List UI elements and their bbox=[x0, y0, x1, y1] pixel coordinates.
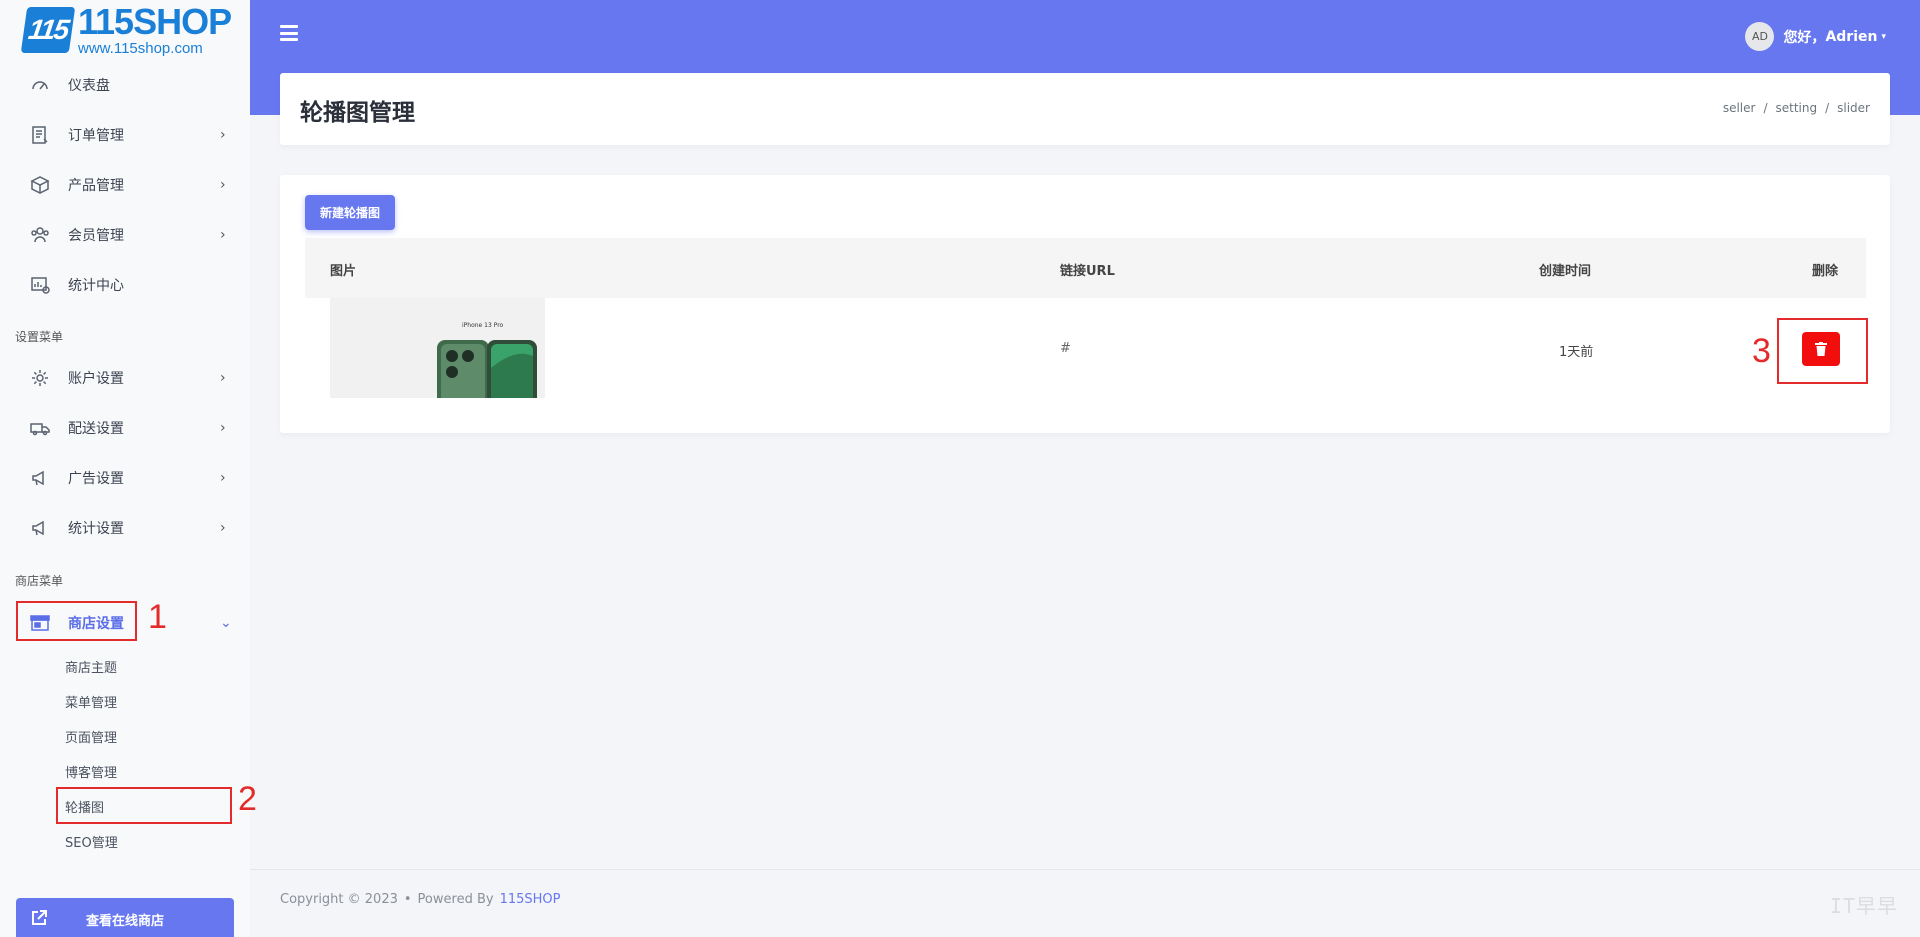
chevron-right-icon: › bbox=[220, 370, 226, 386]
footer-divider bbox=[250, 869, 1920, 870]
sidebar-item-orders[interactable]: 订单管理 › bbox=[0, 116, 250, 154]
sidebar-subitem-page-management[interactable]: 页面管理 bbox=[65, 727, 117, 746]
sidebar-subitem-seo[interactable]: SEO管理 bbox=[65, 832, 118, 851]
annotation-box-2 bbox=[56, 787, 232, 824]
view-online-shop-label: 查看在线商店 bbox=[85, 913, 164, 929]
page-title: 轮播图管理 bbox=[300, 100, 415, 126]
sidebar-item-label: 产品管理 bbox=[68, 178, 124, 194]
annotation-box-1 bbox=[16, 601, 137, 641]
sidebar-item-shipping-settings[interactable]: 配送设置 › bbox=[0, 409, 250, 447]
view-online-shop-button[interactable]: 查看在线商店 bbox=[16, 898, 234, 937]
footer-dot: • bbox=[403, 892, 412, 907]
chevron-down-icon: ⌄ bbox=[220, 615, 232, 631]
footer-powered-by: Powered By bbox=[417, 892, 494, 907]
breadcrumb-separator: / bbox=[1763, 101, 1768, 115]
chevron-right-icon: › bbox=[220, 177, 226, 193]
sidebar-item-stats[interactable]: 统计中心 bbox=[0, 266, 250, 304]
sidebar-item-ad-settings[interactable]: 广告设置 › bbox=[0, 459, 250, 497]
sidebar-item-label: 会员管理 bbox=[68, 228, 124, 244]
logo-mark: 115 bbox=[20, 7, 76, 53]
column-url: 链接URL bbox=[1060, 264, 1115, 279]
sidebar-item-label: 配送设置 bbox=[68, 421, 124, 437]
external-link-icon bbox=[30, 909, 48, 931]
greeting-text: 您好， bbox=[1783, 29, 1826, 46]
chevron-right-icon: › bbox=[220, 470, 226, 486]
annotation-box-3 bbox=[1777, 318, 1868, 384]
sidebar-item-label: 账户设置 bbox=[68, 371, 124, 387]
thumbnail-caption: iPhone 13 Pro bbox=[462, 322, 504, 329]
caret-down-icon: ▾ bbox=[1881, 31, 1886, 42]
sidebar-item-label: 仪表盘 bbox=[68, 78, 110, 94]
truck-icon bbox=[29, 417, 51, 439]
sidebar-item-members[interactable]: 会员管理 › bbox=[0, 216, 250, 254]
chevron-right-icon: › bbox=[220, 420, 226, 436]
breadcrumb-separator: / bbox=[1825, 101, 1830, 115]
megaphone-icon bbox=[29, 467, 51, 489]
table-row: iPhone 13 Pro # 1天前 bbox=[305, 298, 1866, 403]
sidebar-subitem-menu-management[interactable]: 菜单管理 bbox=[65, 692, 117, 711]
sidebar-subitem-blog-management[interactable]: 博客管理 bbox=[65, 762, 117, 781]
slider-list-card: 新建轮播图 图片 链接URL 创建时间 删除 iPhone 13 Pro # 1… bbox=[280, 175, 1890, 433]
footer-link[interactable]: 115SHOP bbox=[500, 892, 561, 907]
gear-icon bbox=[29, 367, 51, 389]
annotation-number-1: 1 bbox=[148, 598, 167, 636]
settings-section-label: 设置菜单 bbox=[15, 330, 64, 344]
row-url: # bbox=[1060, 341, 1071, 356]
footer: Copyright © 2023 • Powered By 115SHOP bbox=[280, 892, 560, 907]
page-title-card: 轮播图管理 seller / setting / slider bbox=[280, 73, 1890, 145]
hamburger-menu-icon[interactable] bbox=[280, 25, 298, 41]
sidebar-item-stats-settings[interactable]: 统计设置 › bbox=[0, 509, 250, 547]
annotation-number-3: 3 bbox=[1752, 332, 1771, 370]
sidebar-item-label: 统计设置 bbox=[68, 521, 124, 537]
user-menu[interactable]: AD 您好， Adrien ▾ bbox=[1745, 22, 1886, 51]
speedometer-icon bbox=[29, 74, 51, 96]
annotation-number-2: 2 bbox=[238, 780, 257, 818]
watermark: IT早早 bbox=[1829, 894, 1898, 918]
column-delete: 删除 bbox=[1812, 264, 1839, 279]
column-image: 图片 bbox=[330, 264, 357, 279]
sidebar-item-label: 订单管理 bbox=[68, 128, 124, 144]
chevron-right-icon: › bbox=[220, 520, 226, 536]
product-box-icon bbox=[29, 174, 51, 196]
stats-icon bbox=[29, 274, 51, 296]
logo[interactable]: 115 115SHOP www.115shop.com bbox=[20, 1, 232, 57]
sidebar-item-dashboard[interactable]: 仪表盘 bbox=[0, 66, 250, 104]
chevron-right-icon: › bbox=[220, 227, 226, 243]
sidebar-item-account-settings[interactable]: 账户设置 › bbox=[0, 359, 250, 397]
avatar: AD bbox=[1745, 22, 1775, 51]
row-created-time: 1天前 bbox=[1559, 345, 1594, 360]
chevron-right-icon: › bbox=[220, 127, 226, 143]
logo-name: 115SHOP bbox=[78, 1, 232, 42]
sidebar-item-label: 广告设置 bbox=[68, 471, 124, 487]
slider-thumbnail: iPhone 13 Pro bbox=[330, 298, 545, 398]
sidebar-subitem-shop-theme[interactable]: 商店主题 bbox=[65, 657, 117, 676]
megaphone-icon bbox=[29, 517, 51, 539]
breadcrumb: seller / setting / slider bbox=[1723, 101, 1870, 115]
table-header: 图片 链接URL 创建时间 删除 bbox=[305, 238, 1866, 298]
breadcrumb-setting[interactable]: setting bbox=[1775, 101, 1817, 115]
username: Adrien bbox=[1825, 28, 1878, 45]
order-list-icon bbox=[29, 124, 51, 146]
sidebar-item-products[interactable]: 产品管理 › bbox=[0, 166, 250, 204]
sidebar-item-label: 统计中心 bbox=[68, 278, 124, 294]
breadcrumb-slider: slider bbox=[1837, 101, 1870, 115]
users-icon bbox=[29, 224, 51, 246]
new-slider-button[interactable]: 新建轮播图 bbox=[305, 195, 395, 230]
breadcrumb-seller[interactable]: seller bbox=[1723, 101, 1756, 115]
shop-section-label: 商店菜单 bbox=[15, 574, 64, 588]
footer-copyright: Copyright © 2023 bbox=[280, 892, 398, 907]
column-created: 创建时间 bbox=[1539, 264, 1592, 279]
logo-url: www.115shop.com bbox=[78, 40, 203, 57]
